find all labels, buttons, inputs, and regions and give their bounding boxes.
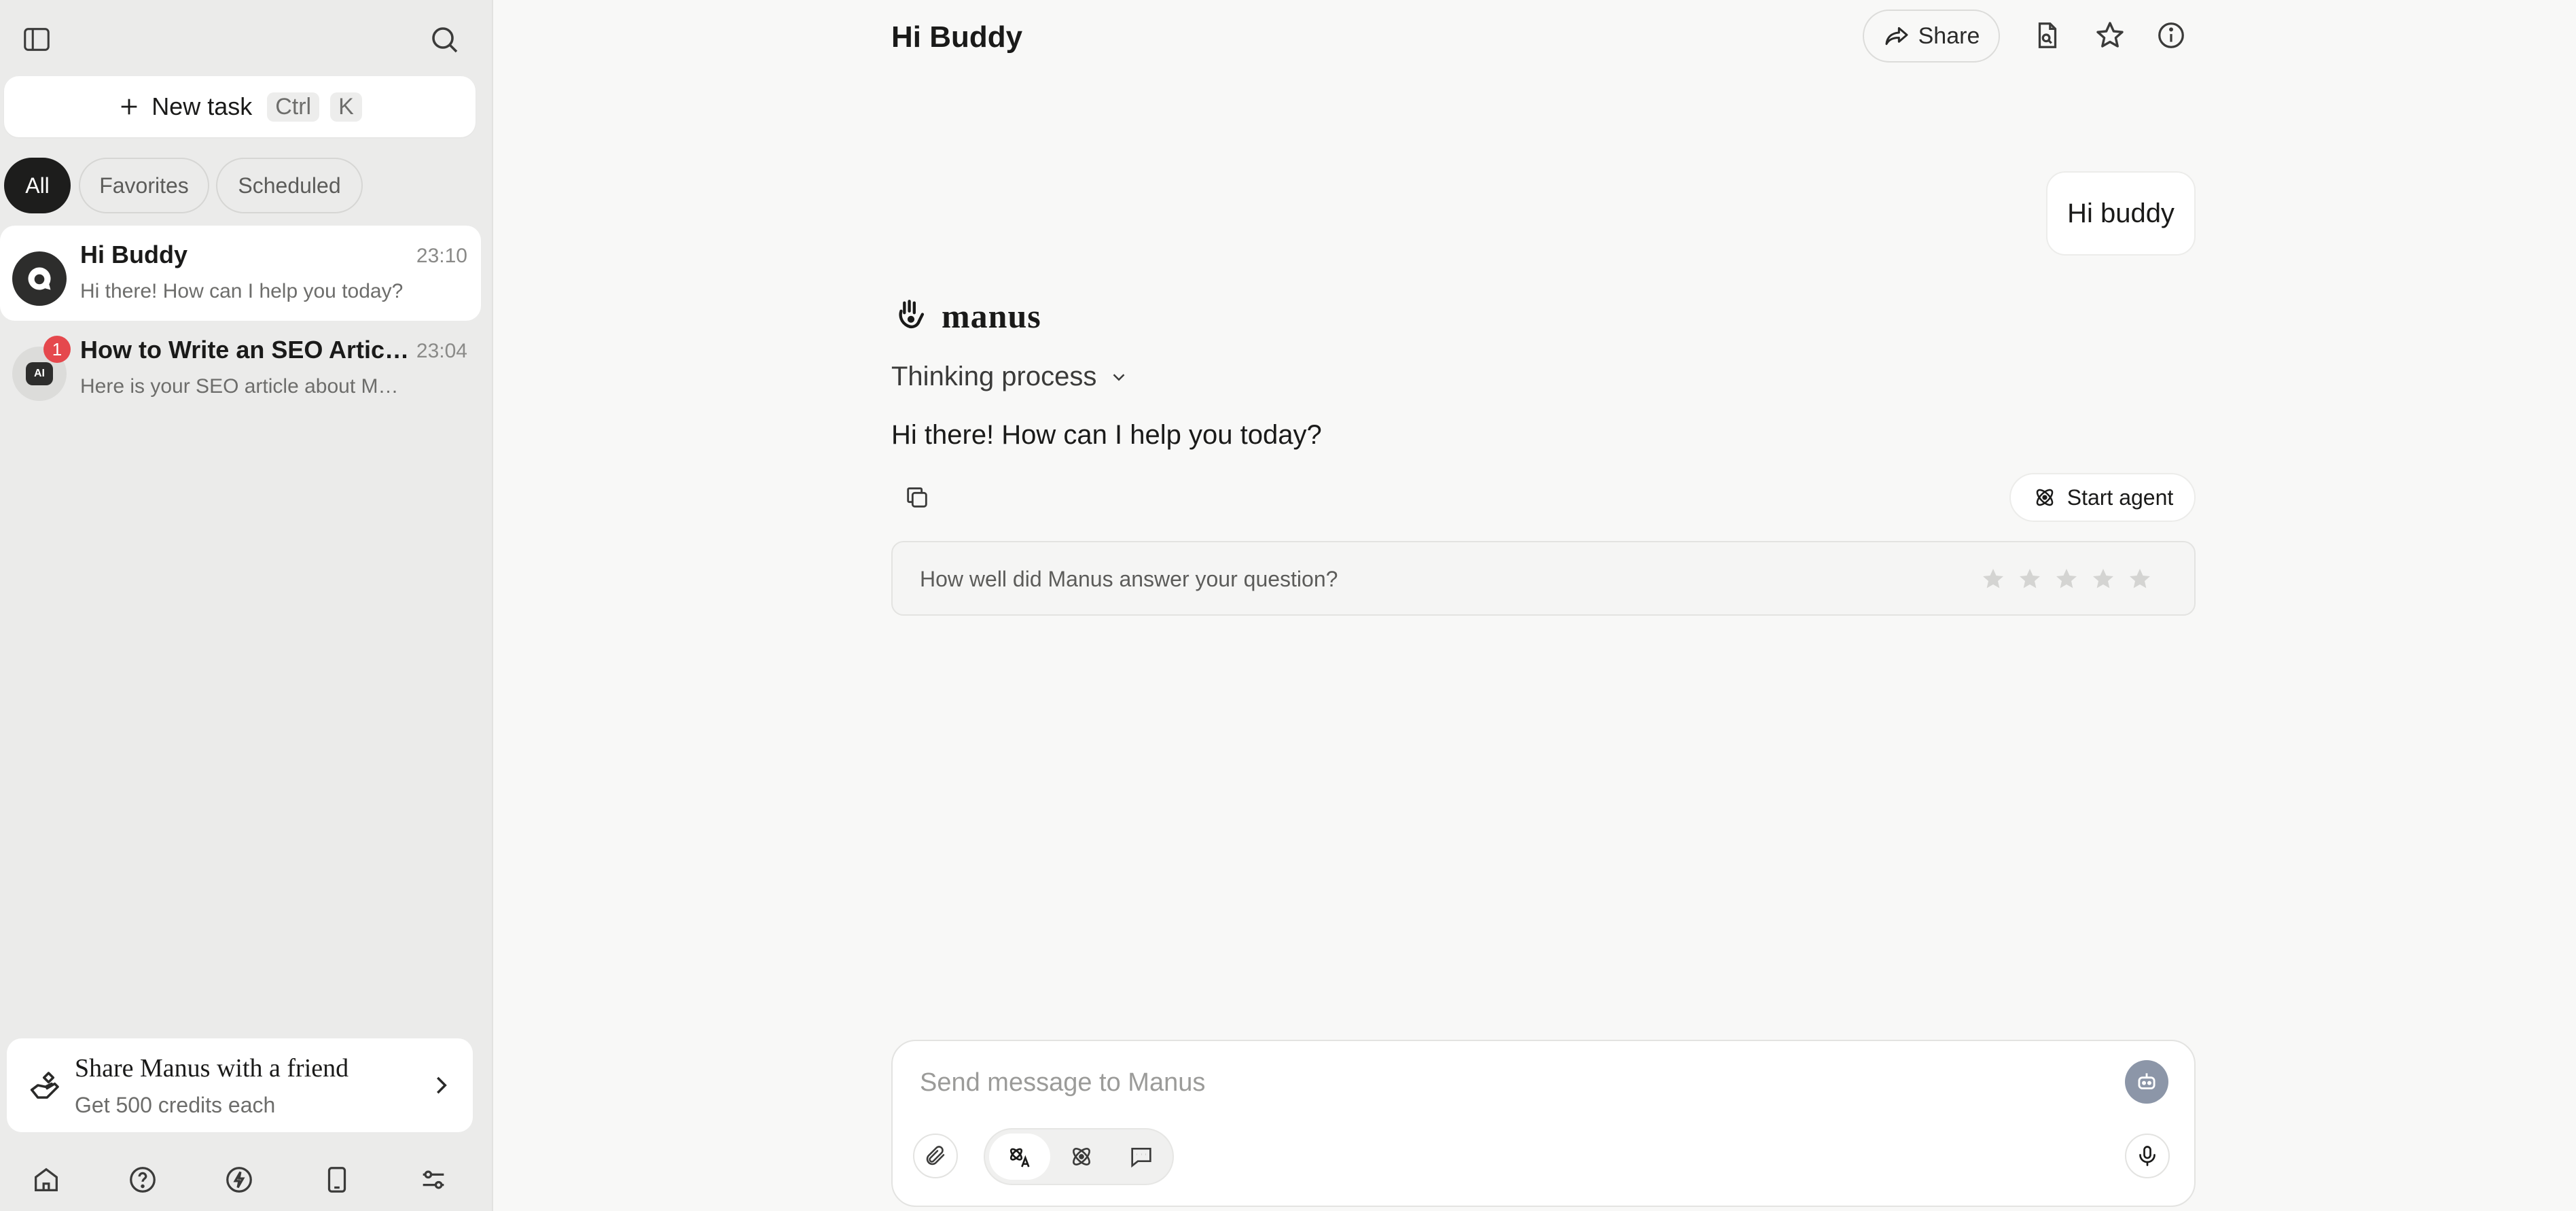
task-time: 23:10: [416, 245, 467, 267]
manus-logo-icon: [899, 300, 925, 329]
task-item-seo-article[interactable]: AI 1 How to Write an SEO Article ... 23:…: [0, 321, 481, 416]
task-title: How to Write an SEO Article ...: [80, 336, 413, 364]
page-title: Hi Buddy: [891, 20, 1023, 54]
star-icon[interactable]: [2090, 15, 2130, 56]
message-composer: [891, 1040, 2196, 1207]
shortcut-key: K: [330, 92, 362, 122]
info-icon[interactable]: [2151, 15, 2192, 56]
task-item-hi-buddy[interactable]: Hi Buddy 23:10 Hi there! How can I help …: [0, 226, 481, 321]
home-icon[interactable]: [26, 1159, 67, 1200]
start-agent-button[interactable]: Start agent: [2009, 473, 2196, 522]
file-search-icon[interactable]: [2027, 15, 2068, 56]
rating-star-icon[interactable]: [2126, 565, 2153, 593]
shortcut-ctrl: Ctrl: [267, 92, 320, 122]
copy-icon[interactable]: [898, 478, 936, 516]
task-title: Hi Buddy: [80, 241, 187, 268]
gift-hand-icon: [27, 1067, 64, 1104]
share-label: Share: [1918, 22, 1980, 49]
share-with-friend-card[interactable]: Share Manus with a friend Get 500 credit…: [7, 1038, 473, 1132]
share-card-title: Share Manus with a friend: [75, 1054, 349, 1083]
rating-star-icon[interactable]: [1980, 565, 2007, 593]
share-card-subtitle: Get 500 credits each: [75, 1093, 276, 1117]
search-icon[interactable]: [424, 19, 465, 60]
mode-agent-icon[interactable]: [1054, 1134, 1109, 1180]
task-preview: Here is your SEO article about Man...: [80, 375, 406, 398]
share-arrow-icon: [1885, 27, 1908, 46]
robot-icon[interactable]: [2125, 1060, 2168, 1104]
thinking-label: Thinking process: [891, 362, 1097, 391]
rating-panel: How well did Manus answer your question?: [891, 541, 2196, 616]
user-message-bubble: Hi buddy: [2046, 171, 2196, 256]
share-button[interactable]: Share: [1863, 10, 2000, 63]
mode-selector: [984, 1128, 1174, 1185]
task-avatar: [12, 251, 67, 306]
task-preview: Hi there! How can I help you today?: [80, 280, 404, 302]
lightning-icon[interactable]: [219, 1159, 260, 1200]
rating-star-icon[interactable]: [2016, 565, 2043, 593]
mode-chat-agent-icon[interactable]: [989, 1134, 1050, 1180]
sliders-icon[interactable]: [413, 1159, 454, 1200]
filter-all-tab[interactable]: All: [4, 158, 71, 213]
rating-question: How well did Manus answer your question?: [920, 567, 1338, 591]
chat-bubble-icon: [28, 267, 51, 290]
chevron-right-icon: [428, 1072, 454, 1098]
attach-paperclip-icon[interactable]: [913, 1134, 958, 1178]
rating-stars: [1980, 565, 2153, 593]
new-task-label: New task: [151, 92, 253, 120]
chevron-down-icon: [1113, 373, 1125, 381]
assistant-brand: manus: [891, 296, 1041, 336]
tablet-icon[interactable]: [317, 1159, 357, 1200]
help-icon[interactable]: [122, 1159, 163, 1200]
filter-scheduled-tab[interactable]: Scheduled: [216, 158, 363, 213]
microphone-icon[interactable]: [2125, 1134, 2170, 1178]
agent-atom-icon: [2036, 489, 2054, 506]
rating-star-icon[interactable]: [2053, 565, 2080, 593]
app-window: New task Ctrl K All Favorites Scheduled …: [0, 0, 2576, 1211]
new-task-button[interactable]: New task Ctrl K: [4, 76, 476, 137]
main-panel: Hi Buddy Share Hi buddy manus Thinking p…: [495, 0, 2576, 1211]
filter-favorites-tab[interactable]: Favorites: [79, 158, 209, 213]
assistant-reply: Hi there! How can I help you today?: [891, 420, 1322, 450]
toggle-sidebar-icon[interactable]: [18, 20, 56, 58]
plus-icon: [121, 99, 137, 115]
rating-star-icon[interactable]: [2090, 565, 2117, 593]
thinking-process-toggle[interactable]: Thinking process: [891, 362, 1129, 392]
mode-chat-icon[interactable]: [1114, 1134, 1168, 1180]
start-agent-label: Start agent: [2067, 485, 2174, 510]
message-input[interactable]: [918, 1061, 2076, 1104]
brand-name: manus: [942, 297, 1041, 335]
sidebar: New task Ctrl K All Favorites Scheduled …: [0, 0, 493, 1211]
task-time: 23:04: [416, 340, 467, 362]
ai-avatar-icon: AI: [26, 362, 53, 385]
unread-badge: 1: [43, 336, 71, 363]
